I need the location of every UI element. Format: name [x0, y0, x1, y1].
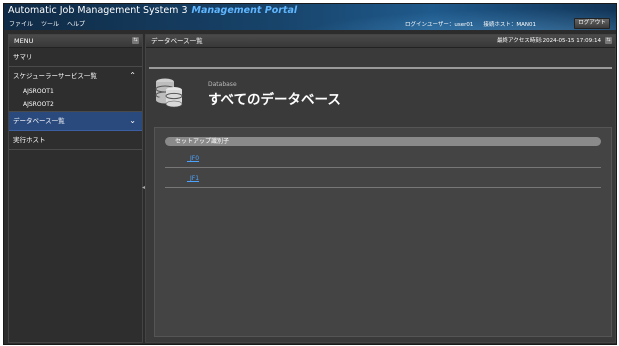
page-title: すべてのデータベース: [208, 92, 341, 108]
sidebar-item-label: 実行ホスト: [13, 136, 46, 144]
sidebar-item-label: サマリ: [13, 53, 33, 61]
app-title: Automatic Job Management System 3 Managem…: [8, 5, 297, 16]
sidebar-item-label: データベース一覧: [13, 117, 65, 125]
sidebar-item-label: スケジューラーサービス一覧: [13, 72, 97, 80]
main-panel: データベース一覧 最終アクセス時刻:2024-05-15 17:09:14 ⇆ …: [145, 34, 616, 343]
sidebar-subitem-ajsroot1[interactable]: AJSROOT1: [9, 85, 142, 98]
app-title-text: Automatic Job Management System 3: [8, 5, 188, 16]
database-caption: Database: [208, 81, 237, 88]
table-row: _JF1: [165, 169, 601, 188]
refresh-icon[interactable]: ⇆: [605, 37, 612, 44]
menu-tools[interactable]: ツール: [41, 19, 59, 28]
database-icon: [155, 78, 183, 108]
sidebar-item-database[interactable]: データベース一覧 ⌄: [9, 112, 142, 131]
login-user: ログインユーザー：user01: [404, 22, 474, 28]
connected-host: 接続ホスト：MAN01: [483, 22, 536, 28]
table-row: _JF0: [165, 149, 601, 168]
sidebar-item-scheduler[interactable]: スケジューラーサービス一覧 ⌃: [9, 67, 142, 85]
header-bar: Automatic Job Management System 3 Managem…: [4, 4, 616, 30]
database-link-jf1[interactable]: _JF1: [187, 175, 199, 182]
column-header-setup-id[interactable]: セットアップ識別子: [165, 137, 601, 146]
sidebar-item-exec-host[interactable]: 実行ホスト: [9, 131, 142, 150]
divider: [149, 67, 612, 69]
panel-title: データベース一覧: [151, 37, 203, 45]
sidebar-item-summary[interactable]: サマリ: [9, 48, 142, 67]
menu-file[interactable]: ファイル: [9, 19, 33, 28]
menu-label: MENU: [14, 37, 34, 45]
pin-icon[interactable]: ⇆: [132, 37, 139, 44]
sidebar-subitem-ajsroot2[interactable]: AJSROOT2: [9, 98, 142, 112]
sidebar: MENU ⇆ サマリ スケジューラーサービス一覧 ⌃ AJSROOT1 AJSR…: [8, 34, 143, 343]
menu-bar: ファイル ツール ヘルプ: [9, 19, 85, 28]
database-link-jf0[interactable]: _JF0: [187, 155, 199, 162]
database-list: セットアップ識別子 _JF0 _JF1: [154, 127, 612, 337]
sidebar-header: MENU ⇆: [9, 35, 142, 48]
menu-help[interactable]: ヘルプ: [67, 19, 85, 28]
portal-title: Management Portal: [191, 5, 298, 16]
chevron-up-icon[interactable]: ⌃: [129, 67, 136, 85]
user-info: ログインユーザー：user01 接続ホスト：MAN01: [405, 20, 536, 28]
app-window: Automatic Job Management System 3 Managem…: [3, 3, 617, 345]
last-access-time: 最終アクセス時刻:2024-05-15 17:09:14: [497, 38, 601, 44]
chevron-down-icon[interactable]: ⌄: [129, 112, 136, 130]
main-panel-header: データベース一覧 最終アクセス時刻:2024-05-15 17:09:14 ⇆: [146, 35, 615, 48]
logout-button[interactable]: ログアウト: [574, 18, 610, 29]
